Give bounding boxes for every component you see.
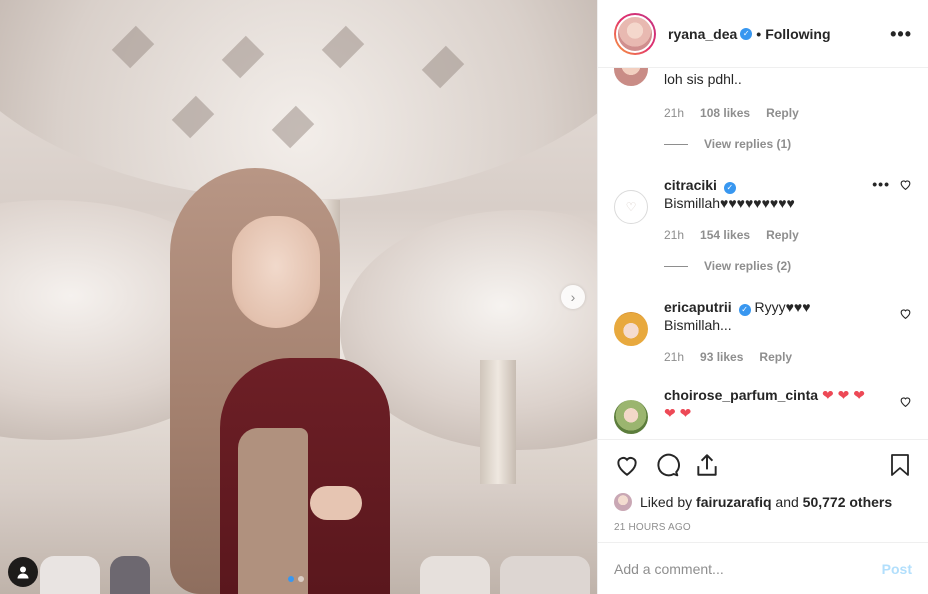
liker-avatar[interactable]: [614, 493, 632, 511]
comment-meta: 21h 154 likes Reply: [664, 228, 815, 242]
chevron-right-icon: ›: [570, 289, 576, 305]
view-replies-label: View replies (1): [704, 137, 792, 151]
comment-avatar[interactable]: ♡: [614, 190, 648, 224]
comment-time: 21h: [664, 228, 685, 242]
reply-button[interactable]: Reply: [766, 106, 799, 120]
post-button[interactable]: Post: [882, 561, 912, 577]
heart-icon[interactable]: [899, 307, 912, 320]
carousel-dot: [298, 576, 304, 582]
post-actions: Liked by fairuzarafiq and 50,772 others …: [598, 439, 928, 542]
avatar-image: [616, 14, 654, 53]
heart-icon[interactable]: [899, 395, 912, 408]
bookmark-icon[interactable]: [888, 452, 912, 478]
crowd: [40, 556, 100, 594]
comment-bubble-icon[interactable]: [654, 452, 680, 478]
like-heart-icon[interactable]: [614, 452, 640, 478]
following-button[interactable]: Following: [765, 26, 830, 42]
liked-by: Liked by fairuzarafiq and 50,772 others: [614, 490, 912, 514]
view-replies-button[interactable]: View replies (1): [664, 137, 791, 151]
action-icons: [614, 440, 912, 490]
user-icon: [17, 566, 29, 579]
comment-text: Bismillah...: [664, 317, 732, 333]
comment-likes[interactable]: 93 likes: [700, 350, 743, 364]
comment-avatar[interactable]: [614, 68, 648, 86]
comment-item: loh sis pdhl.. 21h 108 likes Reply: [614, 68, 912, 148]
heart-icon[interactable]: [899, 178, 912, 191]
hijab-drape: [238, 428, 308, 594]
hand: [310, 486, 362, 520]
verified-badge-icon: ✓: [740, 27, 753, 40]
view-replies-label: View replies (2): [704, 259, 792, 273]
liked-by-prefix: Liked by: [640, 494, 693, 510]
add-comment-bar: Post: [598, 542, 928, 594]
comment-username[interactable]: choirose_parfum_cinta: [664, 387, 818, 403]
comment-text: loh sis pdhl..: [664, 71, 742, 87]
divider-line: [664, 265, 688, 267]
carousel-next-button[interactable]: ›: [561, 285, 585, 309]
crowd: [420, 556, 490, 594]
author-username[interactable]: ryana_dea: [668, 26, 737, 42]
comment-item: ♡ citraciki ✓ Bismillah♥♥♥♥♥♥♥♥♥ ••• 21h…: [614, 176, 912, 256]
comment-time: 21h: [664, 350, 685, 364]
comment-hearts: ❤ ❤ ❤: [821, 387, 865, 403]
share-icon[interactable]: [694, 452, 720, 478]
reply-button[interactable]: Reply: [766, 228, 799, 242]
comment-meta: 21h 108 likes Reply: [664, 106, 815, 120]
face: [232, 216, 320, 328]
verified-badge-icon: ✓: [738, 304, 751, 316]
likes-count[interactable]: 50,772 others: [803, 494, 893, 510]
carousel-indicator: [288, 576, 304, 582]
instagram-post: › ryana_dea ✓ • Following ••• loh sis pd…: [0, 0, 928, 594]
comment-meta: 21h 93 likes Reply: [664, 350, 808, 364]
crowd: [110, 556, 150, 594]
comment-avatar[interactable]: [614, 312, 648, 346]
post-timestamp[interactable]: 21 HOURS AGO: [614, 514, 912, 542]
comment-likes[interactable]: 108 likes: [700, 106, 750, 120]
post-photo[interactable]: ›: [0, 0, 597, 594]
comment-more-icon[interactable]: •••: [872, 176, 890, 192]
comment-content: choirose_parfum_cinta ❤ ❤ ❤ ❤ ❤: [664, 386, 882, 422]
post-sidebar: ryana_dea ✓ • Following ••• loh sis pdhl…: [597, 0, 928, 594]
crowd: [500, 556, 590, 594]
person: [160, 168, 400, 594]
comment-text: Bismillah♥♥♥♥♥♥♥♥♥: [664, 195, 795, 211]
carousel-dot-active: [288, 576, 294, 582]
reply-button[interactable]: Reply: [759, 350, 792, 364]
comment-input[interactable]: [614, 560, 882, 577]
liked-by-user[interactable]: fairuzarafiq: [696, 494, 771, 510]
comment-inline-text: Ryyy♥♥♥: [754, 299, 811, 315]
liked-by-and: and: [775, 494, 799, 510]
comment-username[interactable]: citraciki: [664, 177, 717, 193]
comment-content: ericaputrii ✓ Ryyy♥♥♥ Bismillah...: [664, 298, 882, 334]
comment-likes[interactable]: 154 likes: [700, 228, 750, 242]
comment-content: citraciki ✓ Bismillah♥♥♥♥♥♥♥♥♥: [664, 176, 882, 212]
more-options-icon[interactable]: •••: [890, 25, 912, 43]
comments-list[interactable]: loh sis pdhl.. 21h 108 likes Reply View …: [598, 68, 928, 439]
comment-time: 21h: [664, 106, 685, 120]
tagged-users-button[interactable]: [8, 557, 38, 587]
comment-username[interactable]: ericaputrii: [664, 299, 732, 315]
verified-badge-icon: ✓: [723, 182, 736, 194]
comment-avatar[interactable]: [614, 400, 648, 434]
post-header: ryana_dea ✓ • Following •••: [598, 0, 928, 68]
header-separator: •: [756, 25, 762, 42]
comment-item: ericaputrii ✓ Ryyy♥♥♥ Bismillah... 21h 9…: [614, 298, 912, 378]
comment-hearts: ❤ ❤: [664, 405, 692, 421]
view-replies-button[interactable]: View replies (2): [664, 259, 791, 273]
divider-line: [664, 143, 688, 145]
heart-logo-icon: ♡: [625, 200, 637, 214]
author-avatar[interactable]: [614, 12, 656, 55]
comment-item: choirose_parfum_cinta ❤ ❤ ❤ ❤ ❤: [614, 386, 912, 439]
